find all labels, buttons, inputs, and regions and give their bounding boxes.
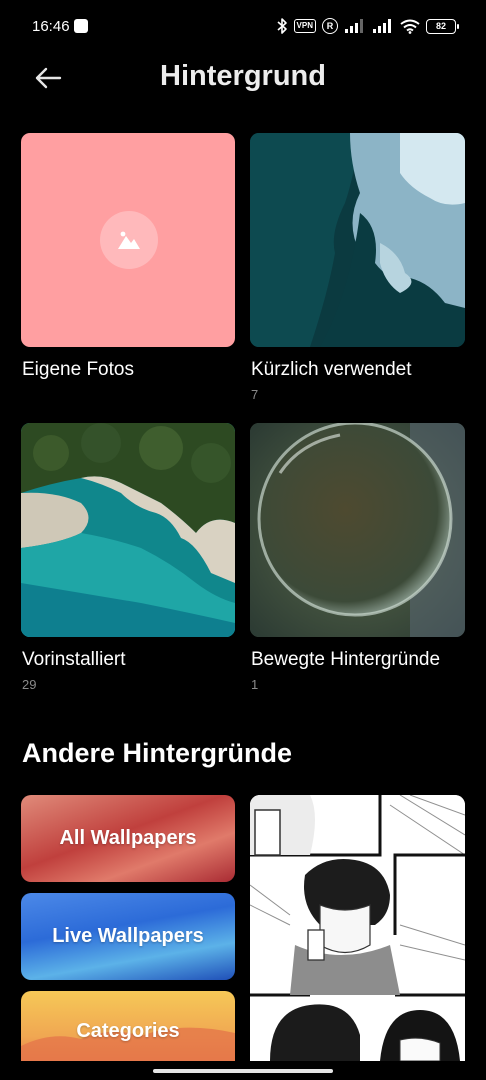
live-wallpapers-label: Live Wallpapers	[52, 925, 204, 947]
live-backgrounds-tile[interactable]	[250, 423, 465, 637]
manga-wallpaper-image	[250, 795, 465, 1061]
categories-label: Categories	[76, 1020, 180, 1042]
signal-icon	[345, 19, 363, 33]
status-time: 16:46	[32, 18, 70, 35]
recent-wallpaper-image	[250, 133, 465, 347]
vpn-badge: VPN	[293, 19, 316, 33]
battery-indicator: 82	[426, 18, 459, 34]
page-title: Hintergrund	[160, 60, 326, 92]
recently-used-tile[interactable]	[250, 133, 465, 347]
bluetooth-icon	[277, 18, 287, 34]
preinstalled-wallpaper-image	[21, 423, 235, 637]
live-wallpapers-card[interactable]: Live Wallpapers	[21, 893, 235, 980]
own-photos-label: Eigene Fotos	[22, 359, 134, 380]
live-backgrounds-label: Bewegte Hintergründe	[251, 649, 441, 670]
signal-icon-2	[373, 19, 391, 33]
manga-wallpaper-tile[interactable]	[250, 795, 465, 1061]
status-bar: 16:46 VPN R 82	[0, 0, 486, 54]
recently-used-label: Kürzlich verwendet	[251, 359, 412, 380]
categories-card[interactable]: Categories	[21, 991, 235, 1061]
preinstalled-tile[interactable]	[21, 423, 235, 637]
bubble-wallpaper-image	[250, 423, 465, 637]
preinstalled-label: Vorinstalliert	[22, 649, 126, 670]
preinstalled-count: 29	[22, 677, 37, 692]
roaming-badge: R	[322, 18, 338, 34]
image-icon	[100, 211, 158, 269]
own-photos-tile[interactable]	[21, 133, 235, 347]
status-icons: VPN R 82	[276, 16, 459, 36]
recently-used-count: 7	[251, 387, 259, 402]
live-backgrounds-count: 1	[251, 677, 259, 692]
wifi-icon	[400, 19, 420, 34]
other-backgrounds-heading: Andere Hintergründe	[22, 738, 293, 768]
all-wallpapers-card[interactable]: All Wallpapers	[21, 795, 235, 882]
home-indicator[interactable]	[153, 1069, 333, 1073]
app-notification-icon	[74, 19, 88, 33]
all-wallpapers-label: All Wallpapers	[59, 827, 197, 849]
